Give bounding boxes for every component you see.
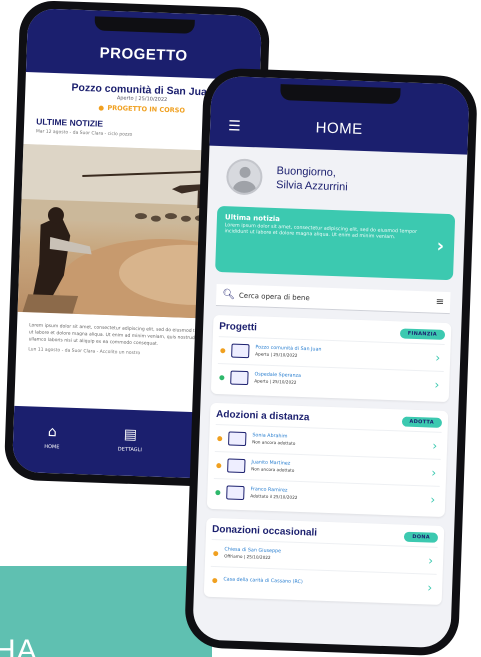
status-dot <box>217 435 223 441</box>
status-dot <box>98 105 104 111</box>
status-dot <box>215 489 221 495</box>
document-icon: ▤ <box>123 426 138 444</box>
adopt-button[interactable]: ADOTTA <box>401 415 443 428</box>
list-item-text: Sonia Abrahim Non ancora adottato <box>252 433 432 451</box>
tab-home-label: HOME <box>44 443 60 451</box>
list-item-title: Casa della carità di Cassano (RC) <box>223 577 303 586</box>
section-title: Adozioni a distanza <box>215 409 310 424</box>
project-thumbnail <box>231 343 250 359</box>
chevron-right-icon: › <box>427 580 433 595</box>
project-header-title: PROGETTO <box>99 44 188 65</box>
project-thumbnail <box>230 370 249 386</box>
tab-details-label: DETTAGLI <box>117 446 142 454</box>
status-dot <box>212 577 218 583</box>
section-adoptions: Adozioni a distanza ADOTTA Sonia Abrahim… <box>206 402 449 518</box>
finance-button[interactable]: FINANZIA <box>399 327 446 340</box>
chevron-right-icon: › <box>428 553 434 568</box>
filter-icon[interactable]: ≡ <box>436 297 445 308</box>
list-item-text: Ospedale Speranza Aperto | 25/10/2022 <box>254 372 434 390</box>
chevron-right-icon: › <box>435 350 441 365</box>
phone-notch <box>94 16 195 34</box>
chevron-right-icon: › <box>430 492 436 507</box>
chevron-right-icon: › <box>434 377 440 392</box>
status-dot <box>219 374 225 380</box>
search-bar[interactable]: 🔍︎ Cerca opera di bene ≡ <box>215 283 451 315</box>
home-title: HOME <box>315 119 363 138</box>
greeting-text: Buongiorno, Silvia Azzurrini <box>276 164 348 194</box>
status-dot <box>213 550 219 556</box>
home-screen: ☰ HOME Buongiorno, Silvia Azzurrini Ulti… <box>192 75 470 649</box>
greeting-name: Silvia Azzurrini <box>275 178 348 194</box>
section-title: Progetti <box>218 321 258 334</box>
home-icon: ⌂ <box>47 424 58 441</box>
section-title: Donazioni occasionali <box>211 523 318 539</box>
list-item-text: Chiesa di San Giuseppe Offriamo | 25/10/… <box>224 547 428 566</box>
child-thumbnail <box>228 431 247 447</box>
home-header: ☰ HOME <box>209 75 470 155</box>
child-thumbnail <box>226 485 245 501</box>
list-item-text: Casa della carità di Cassano (RC) <box>223 577 427 590</box>
greeting: Buongiorno, Silvia Azzurrini <box>225 158 467 202</box>
list-item-text: Franco Ramirez Adottato il 25/10/2022 <box>250 487 430 505</box>
status-dot <box>216 462 222 468</box>
chevron-right-icon: › <box>431 465 437 480</box>
chevron-right-icon: › <box>436 235 445 257</box>
list-item-text: Pozzo comunità di San Juan Aperto | 25/1… <box>255 345 435 363</box>
section-donations: Donazioni occasionali DONA Chiesa di San… <box>203 517 445 606</box>
project-status-label: PROGETTO IN CORSO <box>107 103 186 115</box>
section-projects: Progetti FINANZIA Pozzo comunità di San … <box>210 314 452 403</box>
list-item-text: Juanito Martinez Non ancora adottato <box>251 460 431 478</box>
search-input[interactable]: Cerca opera di bene <box>239 291 436 306</box>
child-thumbnail <box>227 458 246 474</box>
promo-stage: HA PROGETTO Pozzo comunità di San Juan A… <box>0 0 481 657</box>
front-phone: ☰ HOME Buongiorno, Silvia Azzurrini Ulti… <box>183 67 479 657</box>
search-icon: 🔍︎ <box>222 289 236 301</box>
donate-button[interactable]: DONA <box>404 531 439 543</box>
avatar[interactable] <box>225 158 264 196</box>
background-word: HA <box>0 634 38 657</box>
project-header: PROGETTO <box>25 8 263 81</box>
chevron-right-icon: › <box>432 438 438 453</box>
tab-home[interactable]: ⌂ HOME <box>21 424 83 474</box>
status-dot <box>220 347 226 353</box>
tab-details[interactable]: ▤ DETTAGLI <box>99 427 161 477</box>
latest-news-card[interactable]: Ultima notizia Lorem ipsum dolor sit ame… <box>215 205 456 281</box>
phone-notch <box>280 84 401 105</box>
